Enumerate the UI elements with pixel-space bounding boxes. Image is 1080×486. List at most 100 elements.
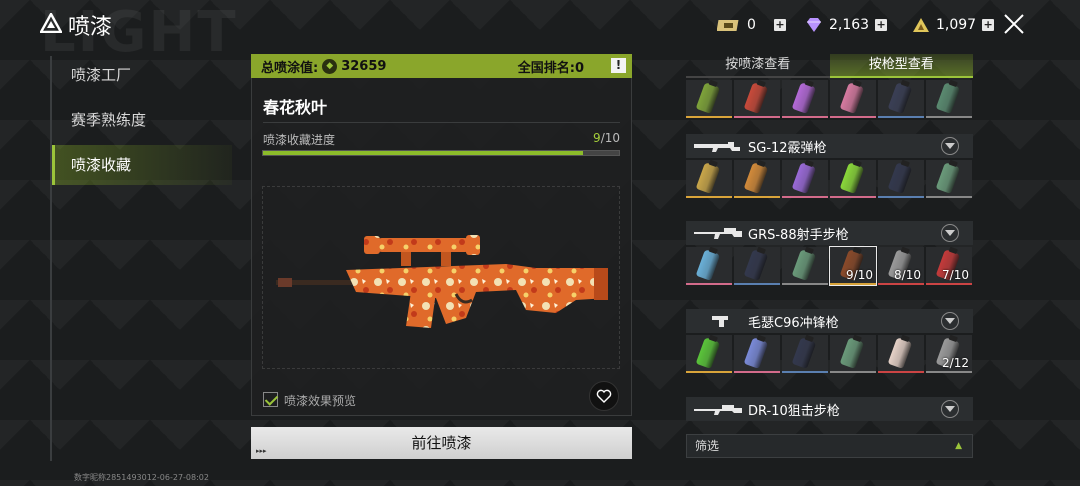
currency-coin: 1,097 + [912,14,995,36]
nav-item-spray-collection[interactable]: 喷漆收藏 [52,145,232,185]
sniper-rifle-icon [694,405,742,415]
spray-can-icon [887,162,913,194]
spray-slot[interactable]: 8/10 [878,247,924,285]
spray-slot[interactable] [878,160,924,198]
spray-can-icon [935,162,961,194]
spray-can-icon [839,82,865,114]
chevron-down-icon[interactable] [941,312,959,330]
gun-group-header-c96[interactable]: 毛瑟C96冲锋枪 [686,309,973,333]
ticket-count: 0 [747,17,756,33]
spray-slot[interactable] [878,80,924,118]
shotgun-icon [694,142,740,152]
progress-bar [262,150,620,156]
spray-slot[interactable] [878,335,924,373]
spray-slot[interactable] [686,247,732,285]
chevron-down-icon[interactable] [941,400,959,418]
spray-slot[interactable] [830,80,876,118]
diamond-icon [807,18,821,32]
spray-can-icon [791,337,817,369]
spray-slot[interactable] [686,335,732,373]
spray-can-icon [695,162,721,194]
marksman-rifle-icon [694,228,742,239]
score-coin-icon: ◆ [322,58,338,74]
go-spray-label: 前往喷漆 [411,434,472,452]
preview-checkbox-label: 喷漆效果预览 [284,394,357,408]
nav-item-spray-factory[interactable]: 喷漆工厂 [52,55,232,95]
spray-can-icon [887,82,913,114]
rank-label: 全国排名:0 [517,60,584,76]
info-icon[interactable]: ! [611,58,626,73]
spray-slot[interactable] [830,335,876,373]
caret-up-icon: ▲ [955,441,962,451]
filter-label: 筛选 [695,439,720,453]
skin-name: 春花秋叶 [263,98,328,117]
spray-slot[interactable] [782,80,828,118]
filter-dropdown[interactable]: 筛选 ▲ [686,434,973,458]
spray-can-icon [743,162,769,194]
spray-slot[interactable] [734,247,780,285]
add-coin-button[interactable]: + [982,19,995,31]
gun-group-header-dr10[interactable]: DR-10狙击步枪 [686,397,973,421]
add-ticket-button[interactable]: + [773,19,786,31]
spray-logo-icon [40,13,62,33]
divider [263,122,620,123]
spray-can-icon [743,82,769,114]
spray-slot[interactable]: 9/10 [829,246,877,286]
currency-ticket: 0 + [717,14,786,36]
spray-slot[interactable]: 7/10 [926,247,972,285]
tab-by-spray[interactable]: 按喷漆查看 [686,54,830,78]
preview-checkbox[interactable] [263,392,278,407]
spray-can-icon [839,337,865,369]
spray-can-icon [695,82,721,114]
spray-can-icon [839,162,865,194]
spray-can-icon [935,82,961,114]
slot-count: 8/10 [894,268,921,282]
progress-count: 9/10 [580,131,620,145]
smg-icon [712,316,728,327]
page-title: 喷漆 [68,15,113,40]
spray-can-icon [695,249,721,281]
add-diamond-button[interactable]: + [875,19,888,31]
nav-item-season-mastery[interactable]: 赛季熟练度 [52,100,232,140]
favorite-button[interactable] [589,381,619,411]
close-icon[interactable] [1002,12,1026,36]
score-bar: 总喷涂值: ◆ 32659 全国排名:0 ! [251,54,632,78]
slot-count: 9/10 [846,268,873,282]
gun-group-header-grs88[interactable]: GRS-88射手步枪 [686,221,973,245]
currency-diamond: 2,163 + [805,14,888,36]
spray-can-icon [695,337,721,369]
chevron-down-icon[interactable] [941,137,959,155]
spray-can-icon [743,249,769,281]
spray-slot[interactable] [734,160,780,198]
user-id-footer: 数字昵称2851493012-06-27-08:02 [74,473,209,482]
spray-can-icon [743,337,769,369]
spray-slot[interactable] [830,160,876,198]
slot-count: 7/10 [942,268,969,282]
spray-slot[interactable] [782,335,828,373]
spray-can-icon [791,249,817,281]
spray-slot[interactable] [686,80,732,118]
spray-can-icon [887,337,913,369]
spray-row-top [686,80,973,118]
spray-slot[interactable] [686,160,732,198]
gun-group-name: 毛瑟C96冲锋枪 [748,315,839,331]
spray-slot[interactable] [782,160,828,198]
ticket-icon [717,20,739,31]
corner-dots-icon: ▸▸▸ [256,447,267,455]
sniper-rifle-preview [276,235,608,328]
coin-icon [913,18,929,32]
spray-slot[interactable] [734,80,780,118]
gun-group-name: DR-10狙击步枪 [748,403,840,419]
chevron-down-icon[interactable] [941,224,959,242]
go-spray-button[interactable]: 前往喷漆 ▸▸▸ [251,427,632,459]
spray-slot[interactable] [926,80,972,118]
spray-can-icon [791,162,817,194]
gun-group-name: GRS-88射手步枪 [748,227,849,243]
tab-by-gun[interactable]: 按枪型查看 [829,54,973,78]
spray-row-grs88: 9/10 8/10 7/10 [686,246,973,286]
spray-slot[interactable]: 2/12 [926,335,972,373]
spray-slot[interactable] [926,160,972,198]
gun-group-header-sg12[interactable]: SG-12霰弹枪 [686,134,973,158]
spray-slot[interactable] [734,335,780,373]
spray-slot[interactable] [782,247,828,285]
